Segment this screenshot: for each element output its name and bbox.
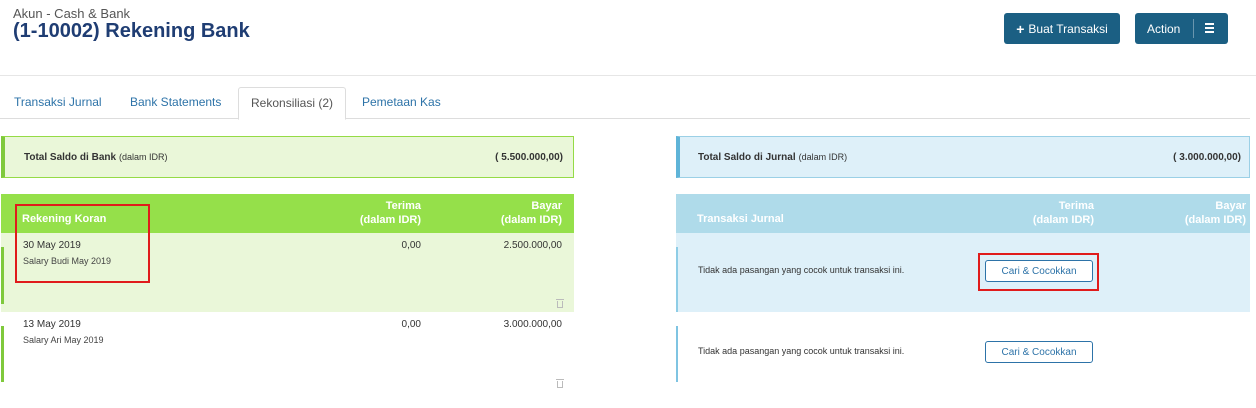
row-bayar: 2.500.000,00 [503, 240, 562, 251]
row-date: 13 May 2019 [23, 319, 81, 330]
bank-total-summary: Total Saldo di Bank (dalam IDR) ( 5.500.… [1, 136, 574, 178]
bank-total-label: Total Saldo di Bank [24, 151, 117, 163]
highlight-box [15, 204, 150, 283]
breadcrumb[interactable]: Akun - Cash & Bank [13, 6, 130, 21]
no-match-message: Tidak ada pasangan yang cocok untuk tran… [698, 346, 905, 356]
journal-table-header: Transaksi Jurnal Terima (dalam IDR) Baya… [676, 194, 1250, 233]
bank-header-bayar: Bayar (dalam IDR) [501, 199, 562, 227]
row-accent [1, 326, 4, 382]
journal-header-terima: Terima (dalam IDR) [1033, 199, 1094, 227]
plus-icon: + [1016, 20, 1025, 37]
find-match-button[interactable]: Cari & Cocokkan [985, 341, 1093, 363]
action-button[interactable]: Action [1135, 13, 1228, 44]
no-match-message: Tidak ada pasangan yang cocok untuk tran… [698, 265, 905, 275]
trash-icon[interactable] [556, 379, 564, 388]
journal-total-label: Total Saldo di Jurnal [698, 151, 796, 163]
bank-header-terima-label: Terima [385, 200, 421, 212]
bank-header-bayar-label: Bayar [531, 200, 562, 212]
row-terima: 0,00 [401, 240, 421, 251]
header-divider [0, 75, 1256, 76]
journal-header-bayar-label: Bayar [1215, 200, 1246, 212]
row-description: Salary Ari May 2019 [23, 335, 104, 345]
highlight-box [978, 253, 1099, 291]
journal-match-row: Tidak ada pasangan yang cocok untuk tran… [676, 312, 1250, 392]
journal-total-unit: (dalam IDR) [798, 152, 848, 162]
row-accent [1, 247, 4, 304]
bank-total-value: ( 5.500.000,00) [495, 151, 563, 163]
action-label: Action [1147, 21, 1181, 36]
tab-bank-statements[interactable]: Bank Statements [130, 87, 221, 119]
journal-header-bayar-unit: (dalam IDR) [1184, 214, 1246, 226]
journal-header-terima-unit: (dalam IDR) [1032, 214, 1094, 226]
row-terima: 0,00 [401, 319, 421, 330]
journal-header-terima-label: Terima [1058, 200, 1094, 212]
journal-column-title: Transaksi Jurnal [697, 213, 784, 225]
tab-bar: Transaksi Jurnal Bank Statements Rekonsi… [0, 87, 1250, 120]
journal-match-row: Tidak ada pasangan yang cocok untuk tran… [676, 233, 1250, 312]
row-accent [676, 247, 678, 312]
journal-total-summary: Total Saldo di Jurnal (dalam IDR) ( 3.00… [676, 136, 1250, 178]
bank-header-terima-unit: (dalam IDR) [359, 214, 421, 226]
button-divider [1193, 19, 1194, 38]
row-accent [676, 326, 678, 382]
bank-header-terima: Terima (dalam IDR) [360, 199, 421, 227]
new-transaction-button[interactable]: + Buat Transaksi [1004, 13, 1120, 44]
trash-icon[interactable] [556, 299, 564, 308]
bank-statement-row[interactable]: 13 May 2019 Salary Ari May 2019 0,00 3.0… [1, 312, 574, 392]
tab-pemetaan-kas[interactable]: Pemetaan Kas [362, 87, 441, 119]
journal-total-value: ( 3.000.000,00) [1173, 151, 1241, 163]
new-transaction-label: Buat Transaksi [1028, 21, 1108, 36]
bank-total-unit: (dalam IDR) [119, 152, 168, 162]
bank-header-bayar-unit: (dalam IDR) [500, 214, 562, 226]
journal-header-bayar: Bayar (dalam IDR) [1185, 199, 1246, 227]
menu-icon [1205, 23, 1214, 33]
row-bayar: 3.000.000,00 [503, 319, 562, 330]
tab-transaksi-jurnal[interactable]: Transaksi Jurnal [14, 87, 102, 119]
page-title: (1-10002) Rekening Bank [13, 20, 250, 42]
tab-rekonsiliasi[interactable]: Rekonsiliasi (2) [238, 87, 347, 120]
